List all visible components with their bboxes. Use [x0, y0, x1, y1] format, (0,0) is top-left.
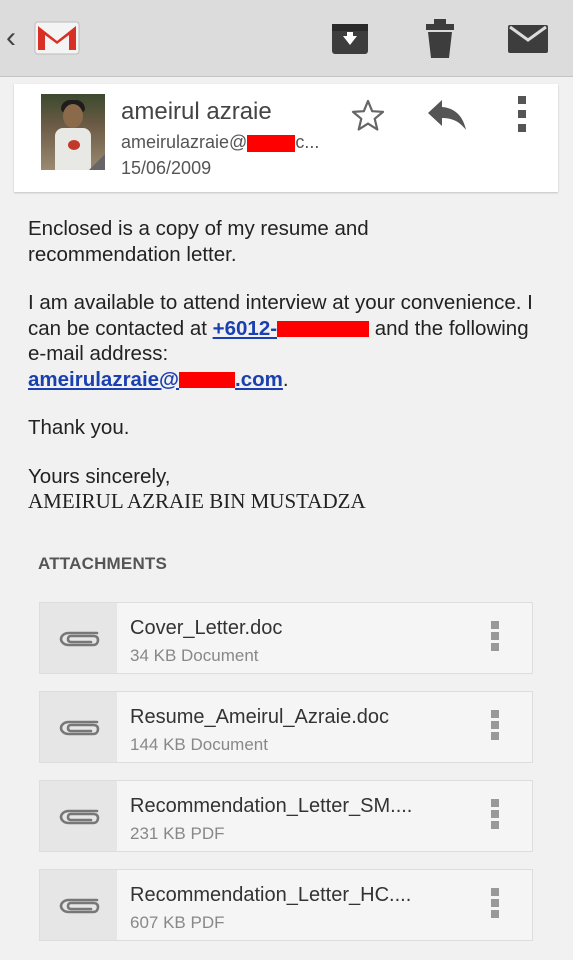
attachment-menu-icon[interactable] — [488, 710, 502, 748]
archive-icon — [332, 24, 368, 54]
attachment-menu-icon[interactable] — [488, 888, 502, 926]
reply-icon — [428, 100, 466, 130]
body-paragraph-2: I am available to attend interview at yo… — [28, 291, 533, 391]
attachment-name: Cover_Letter.doc — [130, 617, 283, 639]
attachment-item[interactable]: Resume_Ameirul_Azraie.doc 144 KB Documen… — [39, 691, 533, 763]
paperclip-icon — [40, 870, 117, 940]
delete-button[interactable] — [418, 16, 462, 60]
attachment-menu-icon[interactable] — [488, 621, 502, 659]
attachment-name: Recommendation_Letter_HC.... — [130, 884, 412, 906]
email-link[interactable]: ameirulazraie@ .com — [28, 368, 283, 391]
attachment-name: Resume_Ameirul_Azraie.doc — [130, 706, 390, 728]
sender-name: ameirul azraie — [121, 98, 272, 125]
more-vert-icon — [518, 96, 526, 132]
more-options-button[interactable] — [510, 94, 534, 134]
star-button[interactable] — [350, 98, 386, 134]
archive-button[interactable] — [328, 16, 372, 60]
attachment-menu-icon[interactable] — [488, 799, 502, 837]
body-closing: Yours sincerely, AMEIRUL AZRAIE BIN MUST… — [28, 464, 366, 514]
paperclip-icon — [40, 603, 117, 673]
action-bar: ‹ — [0, 0, 573, 77]
message-header: ameirul azraie ameirulazraie@ c... 15/06/… — [14, 84, 558, 192]
sender-email-suffix: c... — [295, 132, 320, 152]
paperclip-icon — [40, 781, 117, 851]
attachment-meta: 34 KB Document — [130, 646, 259, 665]
redaction-box — [247, 134, 296, 152]
attachment-meta: 144 KB Document — [130, 735, 268, 754]
body-paragraph-1: Enclosed is a copy of my resume and reco… — [28, 217, 369, 266]
sender-email: ameirulazraie@ c... — [121, 132, 319, 153]
mark-unread-icon — [508, 25, 548, 53]
attachment-item[interactable]: Recommendation_Letter_HC.... 607 KB PDF — [39, 869, 533, 941]
attachment-meta: 607 KB PDF — [130, 913, 225, 932]
phone-link[interactable]: +6012- — [213, 317, 370, 340]
paperclip-icon — [40, 692, 117, 762]
attachment-name: Recommendation_Letter_SM.... — [130, 795, 413, 817]
star-icon — [351, 99, 385, 131]
back-chevron-icon[interactable]: ‹ — [6, 20, 16, 56]
gmail-logo-icon[interactable] — [32, 14, 82, 60]
message-date: 15/06/2009 — [121, 158, 212, 178]
attachment-item[interactable]: Cover_Letter.doc 34 KB Document — [39, 602, 533, 674]
body-thanks: Thank you. — [28, 416, 130, 439]
attachments-heading: ATTACHMENTS — [38, 554, 168, 573]
message-body: Enclosed is a copy of my resume and reco… — [28, 216, 548, 515]
attachment-item[interactable]: Recommendation_Letter_SM.... 231 KB PDF — [39, 780, 533, 852]
sender-email-prefix: ameirulazraie@ — [121, 132, 248, 152]
trash-icon — [426, 19, 454, 58]
attachment-meta: 231 KB PDF — [130, 824, 225, 843]
sender-avatar[interactable] — [41, 94, 105, 170]
mark-unread-button[interactable] — [506, 16, 550, 60]
signature: AMEIRUL AZRAIE BIN MUSTADZA — [28, 489, 366, 513]
reply-button[interactable] — [426, 98, 468, 132]
